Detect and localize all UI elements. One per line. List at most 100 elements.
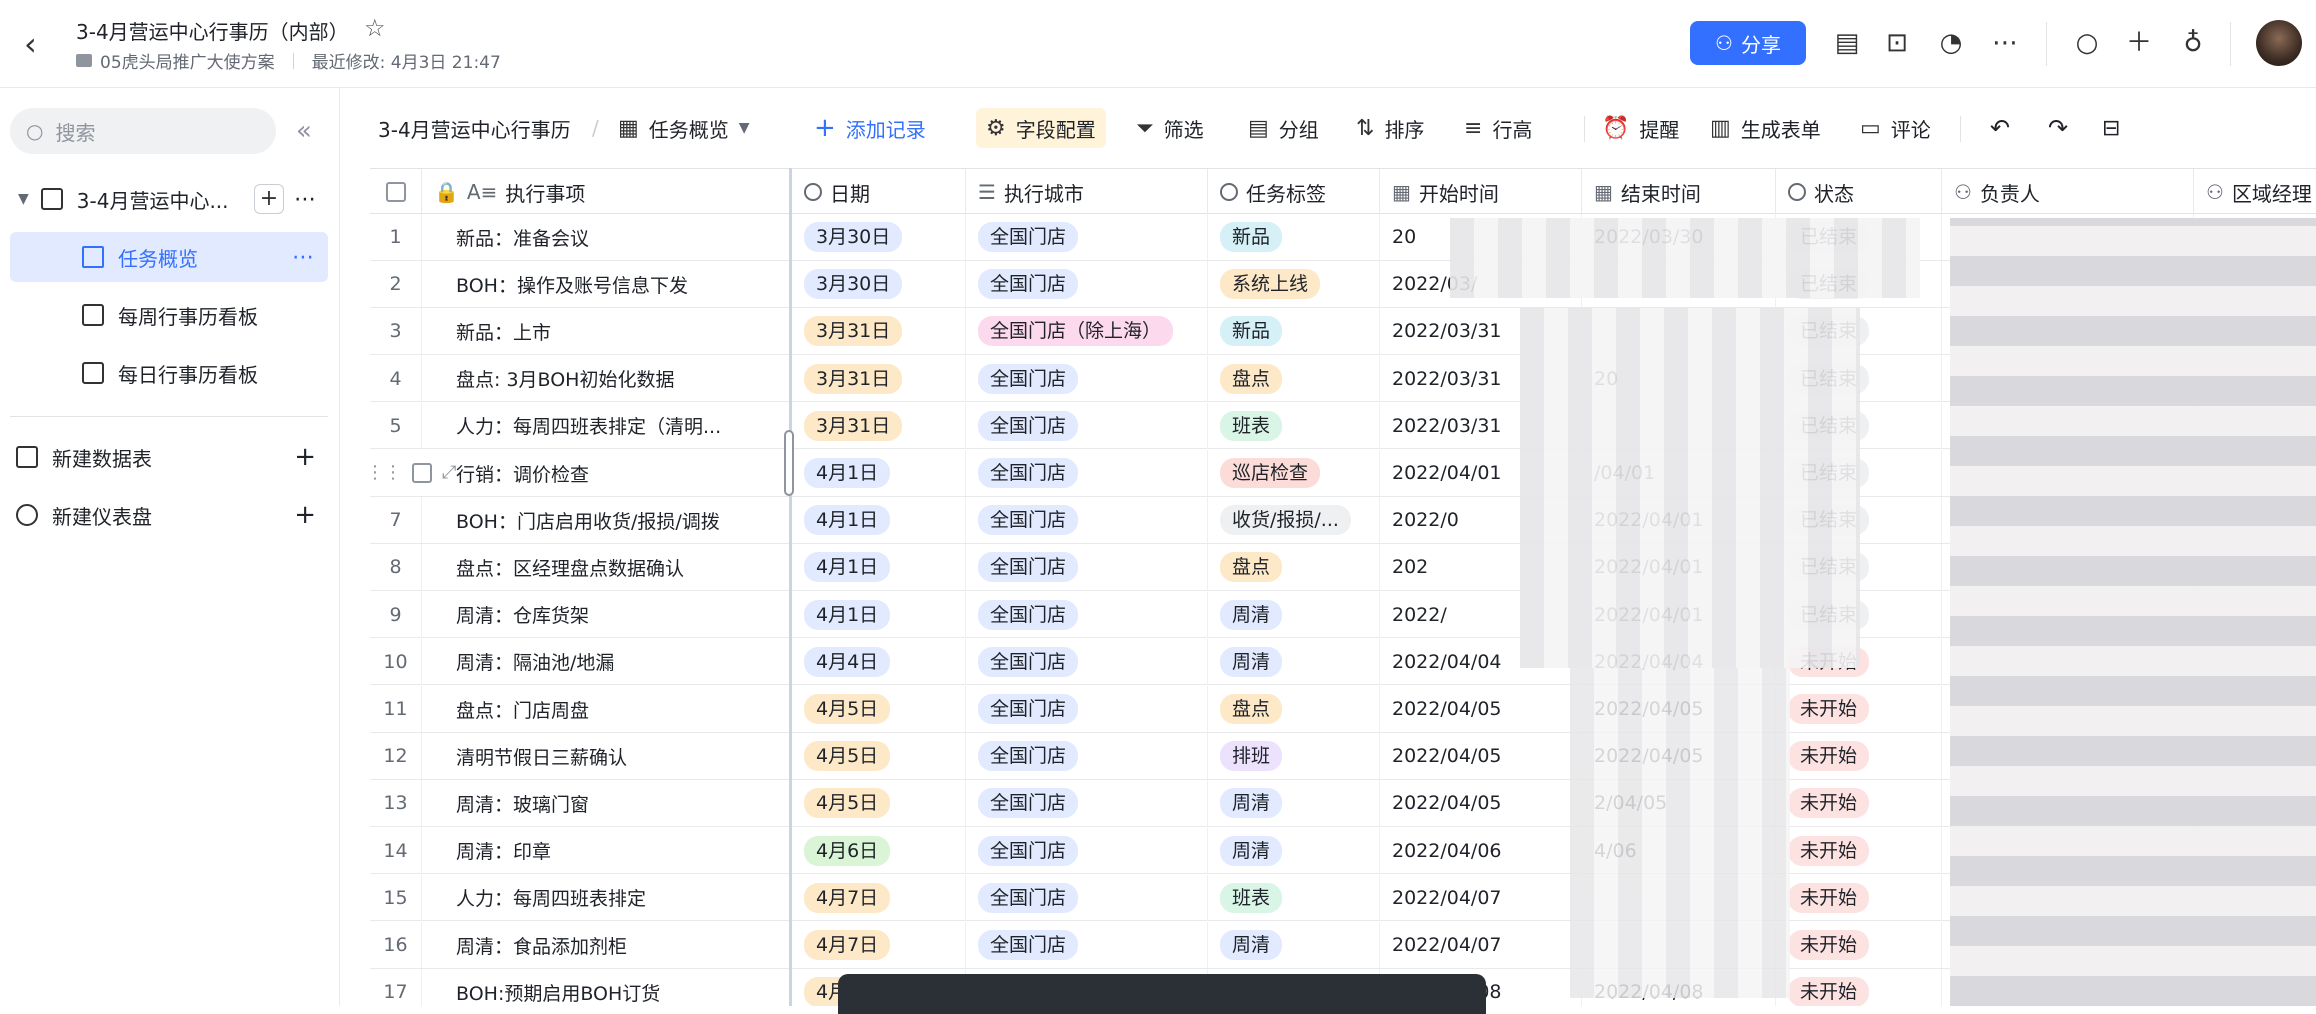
base-tree-item[interactable]: ▼ 3-4月营运中心... + ⋯ <box>10 174 328 224</box>
task-tag-cell[interactable]: 盘点 <box>1208 355 1380 402</box>
col-header-owner[interactable]: ⚇ 负责人 <box>1942 169 2194 215</box>
task-tag-cell[interactable]: 周清 <box>1208 780 1380 827</box>
task-tag-cell[interactable]: 周清 <box>1208 638 1380 685</box>
date-cell[interactable]: 4月6日 <box>792 827 966 874</box>
col-header-start[interactable]: ▦ 开始时间 <box>1380 169 1582 215</box>
field-config-button[interactable]: ⚙ 字段配置 <box>976 108 1106 148</box>
city-cell[interactable]: 全国门店 <box>966 827 1208 874</box>
sidebar-item-task-overview[interactable]: 任务概览 ⋯ <box>10 232 328 282</box>
start-time-cell[interactable]: 2022/04/05 <box>1380 686 1582 732</box>
add-view-button[interactable]: + <box>254 184 284 214</box>
remind-button[interactable]: ⏰ 提醒 <box>1602 108 1679 148</box>
more-icon[interactable]: ⋯ <box>292 245 314 270</box>
new-dashboard-item[interactable]: 新建仪表盘 + <box>10 490 328 540</box>
task-cell[interactable]: 周清：食品添加剂柜 <box>422 922 790 968</box>
city-cell[interactable]: 全国门店 <box>966 402 1208 449</box>
freeze-drag-handle[interactable] <box>784 430 794 496</box>
date-cell[interactable]: 4月7日 <box>792 922 966 968</box>
date-cell[interactable]: 3月30日 <box>792 261 966 308</box>
task-cell[interactable]: 人力：每周四班表排定 <box>422 874 790 921</box>
status-cell[interactable]: 未开始 <box>1776 780 1942 827</box>
col-header-area-manager[interactable]: ⚇ 区域经理 <box>2194 169 2316 215</box>
select-all-cell[interactable] <box>370 169 422 215</box>
search-input[interactable]: ○ 搜索 <box>10 108 276 154</box>
city-cell[interactable]: 全国门店 <box>966 780 1208 827</box>
task-tag-cell[interactable]: 周清 <box>1208 827 1380 874</box>
city-cell[interactable]: 全国门店 <box>966 355 1208 402</box>
col-header-task[interactable]: 🔒 A≡ 执行事项 <box>422 169 790 215</box>
status-cell[interactable]: 未开始 <box>1776 969 1942 1006</box>
select-all-checkbox[interactable] <box>385 182 406 202</box>
task-cell[interactable]: 盘点：门店周盘 <box>422 686 790 732</box>
bot-icon[interactable]: ⊡ <box>1880 26 1914 60</box>
avatar[interactable] <box>2256 20 2302 66</box>
bell-icon[interactable]: ◔ <box>1934 26 1968 60</box>
share-button[interactable]: ⚇ 分享 <box>1690 21 1806 65</box>
star-icon[interactable]: ☆ <box>364 14 386 42</box>
doc-info-icon[interactable]: ▤ <box>1830 26 1864 60</box>
col-header-end[interactable]: ▦ 结束时间 <box>1582 169 1776 215</box>
back-icon[interactable]: ‹ <box>24 26 52 62</box>
status-cell[interactable]: 未开始 <box>1776 733 1942 780</box>
city-cell[interactable]: 全国门店 <box>966 261 1208 308</box>
task-cell[interactable]: BOH：操作及账号信息下发 <box>422 261 790 308</box>
task-tag-cell[interactable]: 新品 <box>1208 308 1380 355</box>
plus-icon[interactable]: + <box>294 442 316 472</box>
date-cell[interactable]: 4月1日 <box>792 497 966 544</box>
task-tag-cell[interactable]: 系统上线 <box>1208 261 1380 308</box>
task-tag-cell[interactable]: 收货/报损/... <box>1208 497 1380 544</box>
plus-icon[interactable]: + <box>294 500 316 530</box>
more-icon[interactable]: ⋯ <box>294 187 316 212</box>
date-cell[interactable]: 3月30日 <box>792 214 966 260</box>
task-cell[interactable]: 清明节假日三薪确认 <box>422 733 790 780</box>
start-time-cell[interactable]: 2022/04/07 <box>1380 874 1582 921</box>
task-tag-cell[interactable]: 班表 <box>1208 402 1380 449</box>
city-cell[interactable]: 全国门店 <box>966 214 1208 260</box>
task-cell[interactable]: BOH：门店启用收货/报损/调拨 <box>422 497 790 544</box>
task-tag-cell[interactable]: 排班 <box>1208 733 1380 780</box>
table-name[interactable]: 3-4月营运中心行事历 <box>378 108 571 148</box>
date-cell[interactable]: 4月5日 <box>792 733 966 780</box>
date-cell[interactable]: 4月5日 <box>792 686 966 732</box>
date-cell[interactable]: 3月31日 <box>792 402 966 449</box>
task-cell[interactable]: 周清：仓库货架 <box>422 591 790 638</box>
lightbulb-icon[interactable]: ♁ <box>2176 26 2210 60</box>
city-cell[interactable]: 全国门店 <box>966 591 1208 638</box>
form-button[interactable]: ▥ 生成表单 <box>1710 108 1821 148</box>
task-cell[interactable]: BOH:预期启用BOH订货 <box>422 969 790 1006</box>
start-time-cell[interactable]: 2022/04/06 <box>1380 827 1582 874</box>
col-header-status[interactable]: 状态 <box>1776 169 1942 215</box>
task-cell[interactable]: 人力：每周四班表排定（清明... <box>422 402 790 449</box>
expand-icon[interactable]: ⤢ <box>442 462 456 483</box>
date-cell[interactable]: 4月5日 <box>792 780 966 827</box>
status-cell[interactable]: 未开始 <box>1776 874 1942 921</box>
date-cell[interactable]: 4月1日 <box>792 450 966 496</box>
date-cell[interactable]: 4月1日 <box>792 591 966 638</box>
task-cell[interactable]: 盘点：区经理盘点数据确认 <box>422 544 790 591</box>
city-cell[interactable]: 全国门店（除上海） <box>966 308 1208 355</box>
filter-button[interactable]: ⏷ 筛选 <box>1136 108 1204 148</box>
start-time-cell[interactable]: 2022/04/07 <box>1380 922 1582 968</box>
city-cell[interactable]: 全国门店 <box>966 544 1208 591</box>
status-cell[interactable]: 未开始 <box>1776 827 1942 874</box>
sort-button[interactable]: ⇅ 排序 <box>1356 108 1424 148</box>
city-cell[interactable]: 全国门店 <box>966 733 1208 780</box>
group-button[interactable]: ▤ 分组 <box>1248 108 1319 148</box>
floating-page-toolbar[interactable] <box>838 974 1486 1014</box>
start-time-cell[interactable]: 2022/04/05 <box>1380 733 1582 780</box>
col-header-date[interactable]: 日期 <box>792 169 966 215</box>
comment-button[interactable]: ▭ 评论 <box>1860 108 1931 148</box>
task-tag-cell[interactable]: 盘点 <box>1208 544 1380 591</box>
task-cell[interactable]: 周清：印章 <box>422 827 790 874</box>
task-cell[interactable]: 周清：隔油池/地漏 <box>422 638 790 685</box>
task-cell[interactable]: 盘点: 3月BOH初始化数据 <box>422 355 790 402</box>
city-cell[interactable]: 全国门店 <box>966 922 1208 968</box>
task-tag-cell[interactable]: 周清 <box>1208 591 1380 638</box>
sidebar-item-weekly-board[interactable]: 每周行事历看板 <box>10 290 328 340</box>
task-tag-cell[interactable]: 巡店检查 <box>1208 450 1380 496</box>
row-checkbox[interactable] <box>412 462 432 483</box>
more-icon[interactable]: ⋯ <box>1988 26 2022 60</box>
city-cell[interactable]: 全国门店 <box>966 497 1208 544</box>
view-switcher[interactable]: ▦ 任务概览 ▼ <box>618 108 750 148</box>
task-cell[interactable]: 周清：玻璃门窗 <box>422 780 790 827</box>
